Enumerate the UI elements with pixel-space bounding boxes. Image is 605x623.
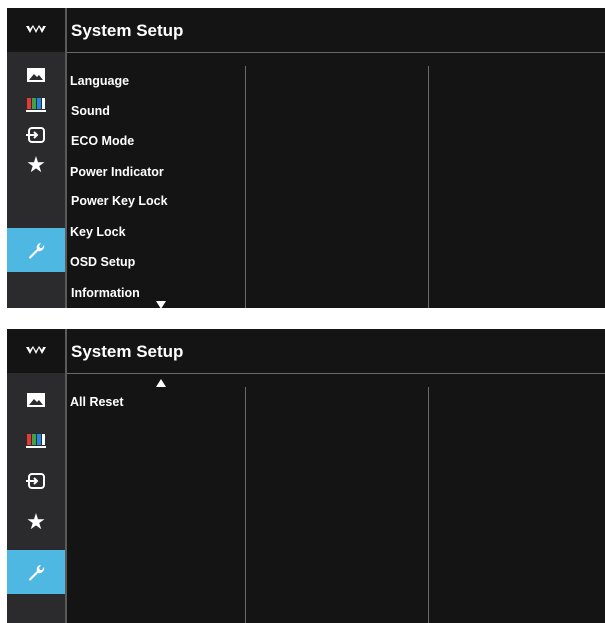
tuf-logo-icon [7, 8, 65, 52]
menu-item-eco-mode[interactable]: ECO Mode [71, 134, 134, 148]
menu-item-osd-setup[interactable]: OSD Setup [70, 255, 135, 269]
menu-item-all-reset[interactable]: All Reset [70, 395, 124, 409]
scroll-up-arrow-icon[interactable] [156, 379, 166, 387]
favorite-menu-button[interactable]: ★ [7, 507, 65, 537]
image-icon [27, 393, 45, 407]
sidebar-divider [65, 8, 67, 308]
osd-panel-page-2: ★ System Setup All Reset [7, 329, 605, 623]
wrench-icon [29, 565, 45, 581]
input-icon [26, 127, 45, 143]
input-menu-button[interactable] [7, 466, 65, 496]
osd-sidebar: ★ [7, 329, 65, 623]
image-menu-button[interactable] [7, 60, 65, 90]
color-menu-button[interactable] [7, 90, 65, 120]
menu-item-key-lock[interactable]: Key Lock [70, 225, 126, 239]
menu-item-sound[interactable]: Sound [71, 104, 110, 118]
menu-item-power-indicator[interactable]: Power Indicator [70, 165, 164, 179]
color-bars-icon [26, 98, 46, 112]
input-menu-button[interactable] [7, 120, 65, 150]
panel-header: System Setup [67, 329, 605, 374]
star-icon: ★ [26, 509, 46, 535]
input-icon [26, 473, 45, 489]
scroll-down-arrow-icon[interactable] [156, 301, 166, 308]
menu-item-power-key-lock[interactable]: Power Key Lock [71, 194, 168, 208]
osd-sidebar: ★ [7, 8, 65, 308]
column-divider [245, 387, 246, 623]
tuf-logo-icon [7, 329, 65, 373]
system-setup-menu-button[interactable] [7, 550, 65, 594]
osd-panel-page-1: ★ System Setup Language Sound ECO Mode P… [7, 8, 605, 308]
image-icon [27, 68, 45, 82]
page-title: System Setup [71, 342, 184, 361]
color-menu-button[interactable] [7, 426, 65, 456]
page-title: System Setup [71, 21, 184, 40]
menu-item-language[interactable]: Language [70, 74, 129, 88]
star-icon: ★ [26, 152, 46, 178]
column-divider [245, 66, 246, 308]
favorite-menu-button[interactable]: ★ [7, 150, 65, 180]
system-setup-menu-button[interactable] [7, 228, 65, 272]
image-menu-button[interactable] [7, 385, 65, 415]
wrench-icon [29, 243, 45, 259]
color-bars-icon [26, 434, 46, 448]
panel-header: System Setup [67, 8, 605, 53]
menu-item-information[interactable]: Information [71, 286, 140, 300]
column-divider [428, 387, 429, 623]
column-divider [428, 66, 429, 308]
